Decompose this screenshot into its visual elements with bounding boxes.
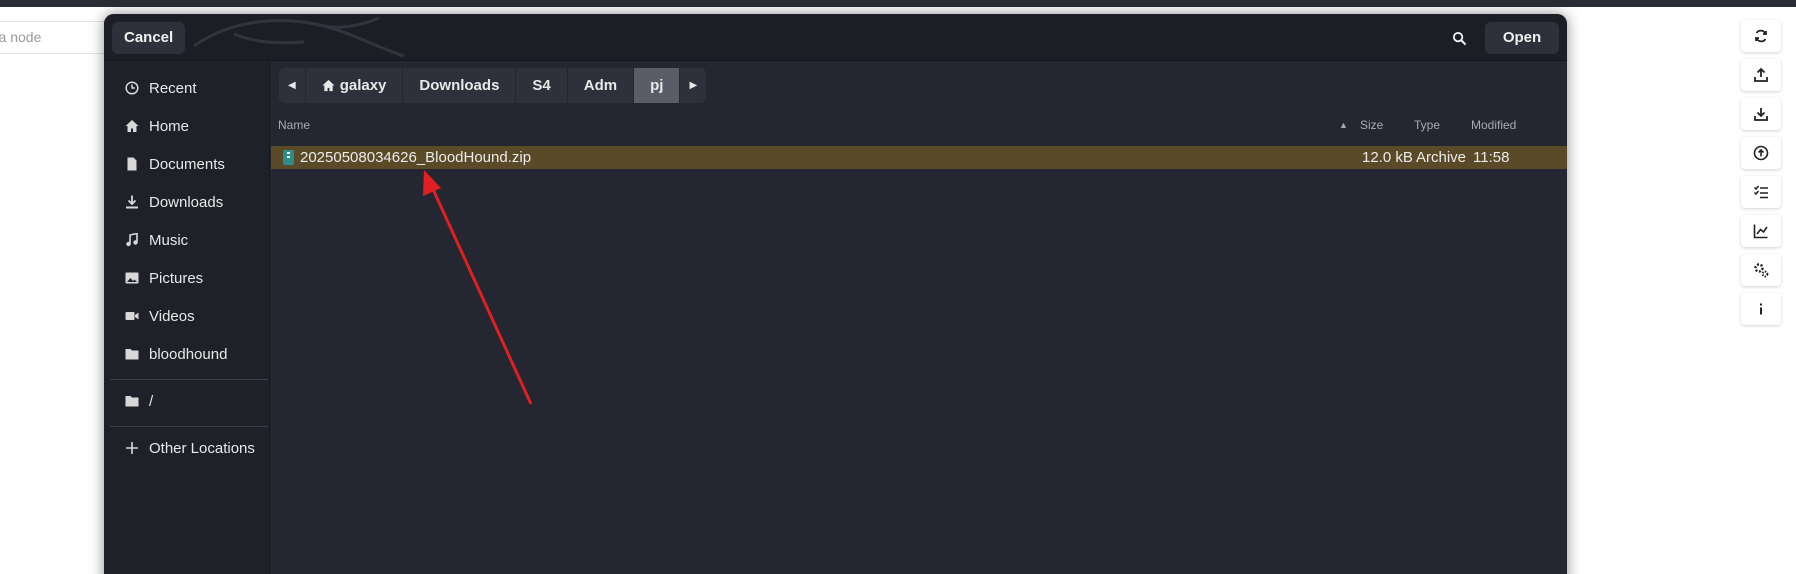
search-icon[interactable] (1441, 22, 1477, 54)
picture-icon (124, 270, 140, 286)
open-button[interactable]: Open (1485, 22, 1559, 54)
node-search-input[interactable]: r a node (0, 21, 115, 54)
sidebar-item-other-locations[interactable]: Other Locations (104, 429, 270, 467)
path-crumb-pj[interactable]: pj (634, 68, 681, 103)
folder-icon (124, 346, 140, 362)
file-row-selected[interactable]: 20250508034626_BloodHound.zip 12.0 kB Ar… (271, 146, 1567, 169)
sidebar-item-label: Home (149, 117, 190, 135)
sidebar-item-label: Downloads (149, 193, 224, 211)
upload-icon[interactable] (1741, 59, 1781, 91)
path-back-arrow[interactable]: ◀ (279, 68, 306, 103)
cancel-button[interactable]: Cancel (112, 22, 186, 54)
file-name: 20250508034626_BloodHound.zip (300, 149, 532, 166)
sidebar-item-home[interactable]: Home (104, 107, 270, 145)
sidebar-item-documents[interactable]: Documents (104, 145, 270, 183)
sidebar-item-bloodhound[interactable]: bloodhound (104, 335, 270, 373)
sidebar-item-downloads[interactable]: Downloads (104, 183, 270, 221)
column-size[interactable]: Size (1360, 118, 1383, 132)
home-icon (322, 79, 335, 92)
kali-dragon-watermark (193, 16, 405, 58)
path-crumb-galaxy[interactable]: galaxy (306, 68, 404, 103)
file-modified: 11:58 (1473, 149, 1510, 166)
music-icon (124, 232, 140, 248)
settings-icon[interactable] (1741, 254, 1781, 286)
document-icon (124, 156, 140, 172)
upload-circle-icon[interactable] (1741, 137, 1781, 169)
sidebar-item-music[interactable]: Music (104, 221, 270, 259)
sidebar-separator (110, 379, 268, 380)
path-crumb-downloads[interactable]: Downloads (403, 68, 517, 103)
path-forward-arrow[interactable]: ▶ (680, 68, 706, 103)
download-icon (124, 194, 140, 210)
folder-icon (124, 393, 140, 409)
home-icon (124, 118, 140, 134)
sidebar-item-label: Recent (149, 79, 197, 97)
sidebar-item-recent[interactable]: Recent (104, 69, 270, 107)
clock-icon (124, 80, 140, 96)
checklist-icon[interactable] (1741, 176, 1781, 208)
file-type: Archive (1416, 149, 1467, 166)
app-top-bar (0, 0, 1796, 7)
video-icon (124, 308, 140, 324)
file-size: 12.0 kB (1362, 149, 1413, 166)
right-toolbar (1741, 20, 1781, 332)
column-modified[interactable]: Modified (1471, 118, 1516, 132)
sidebar-item-label: Videos (149, 307, 195, 325)
path-bar: ◀ galaxy Downloads S4 Adm pj ▶ (279, 68, 707, 103)
sort-ascending-icon: ▲ (1339, 120, 1348, 130)
sidebar-item-root[interactable]: / (104, 382, 270, 420)
file-list: Name ▲ Size Type Modified 20250508034626… (271, 110, 1567, 574)
sidebar-item-label: bloodhound (149, 345, 228, 363)
sidebar-item-label: Other Locations (149, 439, 255, 457)
plus-icon (124, 440, 140, 456)
sidebar-item-label: Pictures (149, 269, 204, 287)
chart-icon[interactable] (1741, 215, 1781, 247)
refresh-icon[interactable] (1741, 20, 1781, 52)
sidebar-item-label: / (149, 392, 154, 410)
sidebar-item-label: Music (149, 231, 189, 249)
download-icon[interactable] (1741, 98, 1781, 130)
column-name[interactable]: Name (278, 118, 310, 132)
column-header-row: Name ▲ Size Type Modified (271, 115, 1567, 135)
sidebar-item-label: Documents (149, 155, 225, 173)
path-crumb-adm[interactable]: Adm (568, 68, 635, 103)
archive-icon (283, 150, 294, 165)
sidebar-item-pictures[interactable]: Pictures (104, 259, 270, 297)
info-icon[interactable] (1741, 293, 1781, 325)
dialog-headerbar: Cancel Open (104, 14, 1567, 61)
sidebar-separator (110, 426, 268, 427)
file-chooser-dialog: Cancel Open Recent Home Documents Downlo… (104, 14, 1567, 574)
sidebar-item-videos[interactable]: Videos (104, 297, 270, 335)
column-type[interactable]: Type (1414, 118, 1440, 132)
places-sidebar: Recent Home Documents Downloads Music Pi… (104, 62, 270, 574)
path-crumb-s4[interactable]: S4 (516, 68, 568, 103)
